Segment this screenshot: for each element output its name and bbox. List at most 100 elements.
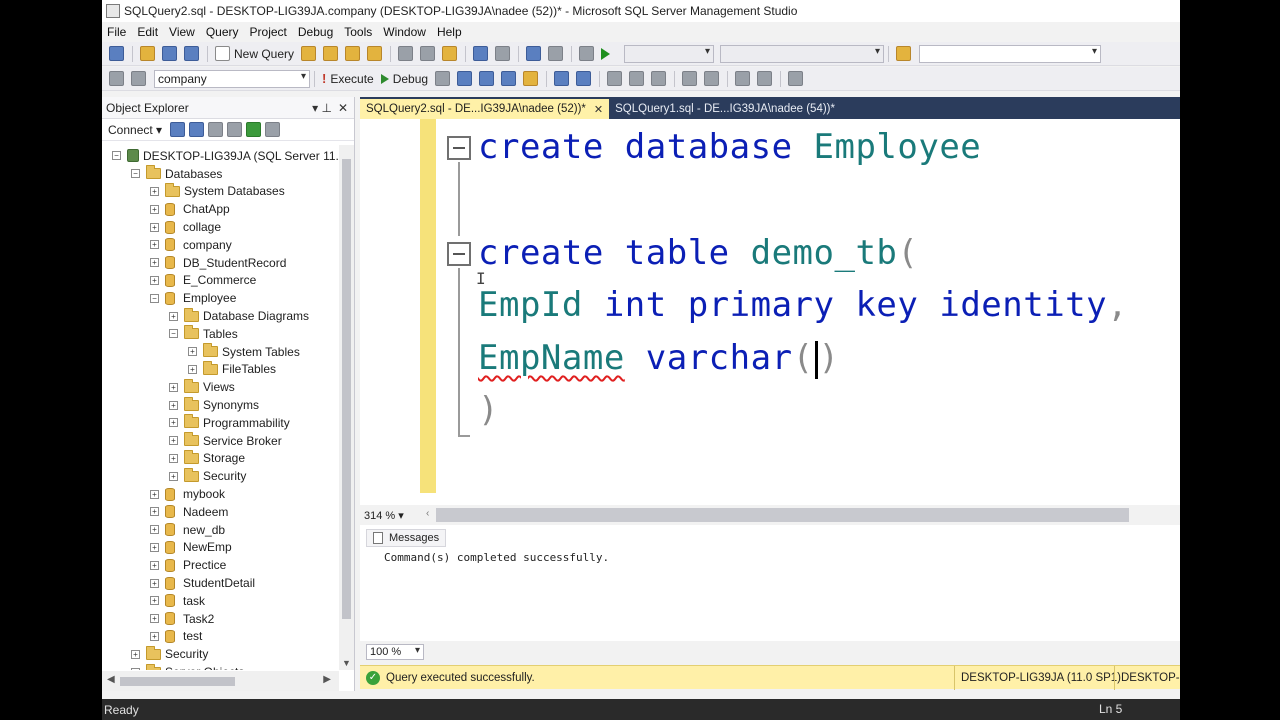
expand-icon[interactable]: +: [150, 222, 159, 232]
expand-icon[interactable]: +: [131, 649, 140, 659]
db-query-button[interactable]: [298, 44, 319, 64]
menu-query[interactable]: Query: [203, 25, 247, 39]
expand-icon[interactable]: +: [150, 204, 159, 214]
tree-node[interactable]: + Database Diagrams: [169, 307, 309, 325]
expand-icon[interactable]: +: [169, 418, 178, 428]
platform-combo[interactable]: [720, 44, 885, 63]
increase-indent-button[interactable]: [754, 69, 775, 89]
intellisense-button[interactable]: [520, 69, 541, 89]
menu-debug[interactable]: Debug: [295, 25, 341, 39]
menu-help[interactable]: Help: [434, 25, 470, 39]
scroll-left-icon[interactable]: ◀: [107, 674, 115, 685]
comment-button[interactable]: [679, 69, 700, 89]
expand-icon[interactable]: +: [169, 471, 178, 481]
paste-button[interactable]: [439, 44, 460, 64]
tree-node[interactable]: + company: [150, 236, 232, 254]
editor-horizontal-scrollbar[interactable]: [436, 508, 1129, 522]
tree-node[interactable]: + Nadeem: [150, 503, 228, 521]
cut-button[interactable]: [395, 44, 416, 64]
tree-node[interactable]: + E_Commerce: [150, 272, 256, 290]
expand-icon[interactable]: +: [150, 560, 159, 570]
tree-node[interactable]: + Programmability: [169, 414, 290, 432]
scroll-left-icon[interactable]: ‹: [426, 508, 429, 519]
results-to-file-button[interactable]: [648, 69, 669, 89]
query-designer-button[interactable]: [498, 69, 519, 89]
expand-icon[interactable]: +: [150, 614, 159, 624]
expand-icon[interactable]: +: [169, 436, 178, 446]
menu-project[interactable]: Project: [247, 25, 295, 39]
tree-node[interactable]: + Precticе: [150, 556, 226, 574]
tree-node[interactable]: + mybook: [150, 485, 225, 503]
cancel-query-button[interactable]: [432, 69, 453, 89]
tree-node[interactable]: + new_db: [150, 521, 225, 539]
tree-node[interactable]: + StudentDetail: [150, 574, 255, 592]
debug-button[interactable]: Debug: [378, 69, 431, 89]
solution-button[interactable]: [545, 44, 566, 64]
expand-icon[interactable]: +: [150, 258, 159, 268]
expand-icon[interactable]: +: [150, 240, 159, 250]
disconnect-icon[interactable]: [189, 122, 205, 137]
expand-icon[interactable]: +: [150, 489, 159, 499]
expand-icon[interactable]: +: [169, 400, 178, 410]
start-button[interactable]: [598, 44, 617, 64]
tree-node[interactable]: + ChatApp: [150, 200, 230, 218]
expand-icon[interactable]: +: [150, 596, 159, 606]
connect-icon[interactable]: [170, 122, 186, 137]
tree-node[interactable]: + collage: [150, 218, 221, 236]
tree-node[interactable]: + Security: [169, 467, 246, 485]
filter-icon[interactable]: [227, 122, 243, 137]
tree-node[interactable]: − Tables: [169, 325, 238, 343]
scroll-right-icon[interactable]: ▶: [323, 674, 331, 685]
tree-node[interactable]: + System Tables: [188, 343, 300, 361]
undo-button[interactable]: [470, 44, 491, 64]
new-project-button[interactable]: [106, 44, 127, 64]
tree-node[interactable]: + Task2: [150, 610, 214, 628]
tree-node[interactable]: + Views: [169, 378, 235, 396]
tree-node[interactable]: + FileTables: [188, 360, 276, 379]
tab-sqlquery1[interactable]: SQLQuery1.sql - DE...IG39JA\nadee (54))*: [609, 99, 841, 119]
copy-button[interactable]: [417, 44, 438, 64]
tree-node[interactable]: + Security: [131, 645, 208, 663]
scroll-thumb[interactable]: [342, 159, 351, 619]
menu-window[interactable]: Window: [380, 25, 434, 39]
tree-node[interactable]: + Server Objects: [131, 663, 244, 670]
tree-node[interactable]: + Service Broker: [169, 432, 282, 450]
tree-node[interactable]: + DB_StudentRecord: [150, 254, 286, 272]
expand-icon[interactable]: +: [188, 347, 197, 357]
tree-node[interactable]: + NewEmp: [150, 539, 232, 557]
tree-node[interactable]: + task: [150, 592, 205, 610]
menu-view[interactable]: View: [166, 25, 203, 39]
tree-node[interactable]: − Databases: [131, 165, 222, 183]
collapse-icon[interactable]: −: [131, 169, 140, 179]
find-combo[interactable]: [919, 44, 1102, 63]
menu-file[interactable]: File: [104, 25, 134, 39]
expand-icon[interactable]: +: [188, 364, 197, 374]
client-stats-button[interactable]: [573, 69, 594, 89]
open-button[interactable]: [137, 44, 158, 64]
close-icon[interactable]: ✕: [338, 101, 348, 115]
tree-node[interactable]: − Employee: [150, 289, 236, 307]
specify-values-button[interactable]: [785, 69, 806, 89]
refresh-icon[interactable]: [246, 122, 262, 137]
navigate-button[interactable]: [523, 44, 544, 64]
menu-tools[interactable]: Tools: [341, 25, 380, 39]
connect-button[interactable]: [106, 69, 127, 89]
execute-button[interactable]: ! Execute: [319, 69, 377, 89]
expand-icon[interactable]: +: [150, 507, 159, 517]
expand-icon[interactable]: +: [169, 382, 178, 392]
collapse-icon[interactable]: [447, 136, 471, 160]
redo-button[interactable]: [492, 44, 513, 64]
close-tab-icon[interactable]: ✕: [594, 103, 603, 116]
collapse-icon[interactable]: −: [150, 293, 159, 303]
decrease-indent-button[interactable]: [732, 69, 753, 89]
uncomment-button[interactable]: [701, 69, 722, 89]
expand-icon[interactable]: +: [150, 186, 159, 196]
tree-node[interactable]: + Storage: [169, 449, 245, 468]
expand-icon[interactable]: +: [150, 525, 159, 535]
mdx-query-button[interactable]: [320, 44, 341, 64]
change-connection-button[interactable]: [128, 69, 149, 89]
summary-icon[interactable]: [265, 122, 281, 137]
collapse-icon[interactable]: [447, 242, 471, 266]
dmx-query-button[interactable]: [342, 44, 363, 64]
results-to-grid-button[interactable]: [626, 69, 647, 89]
